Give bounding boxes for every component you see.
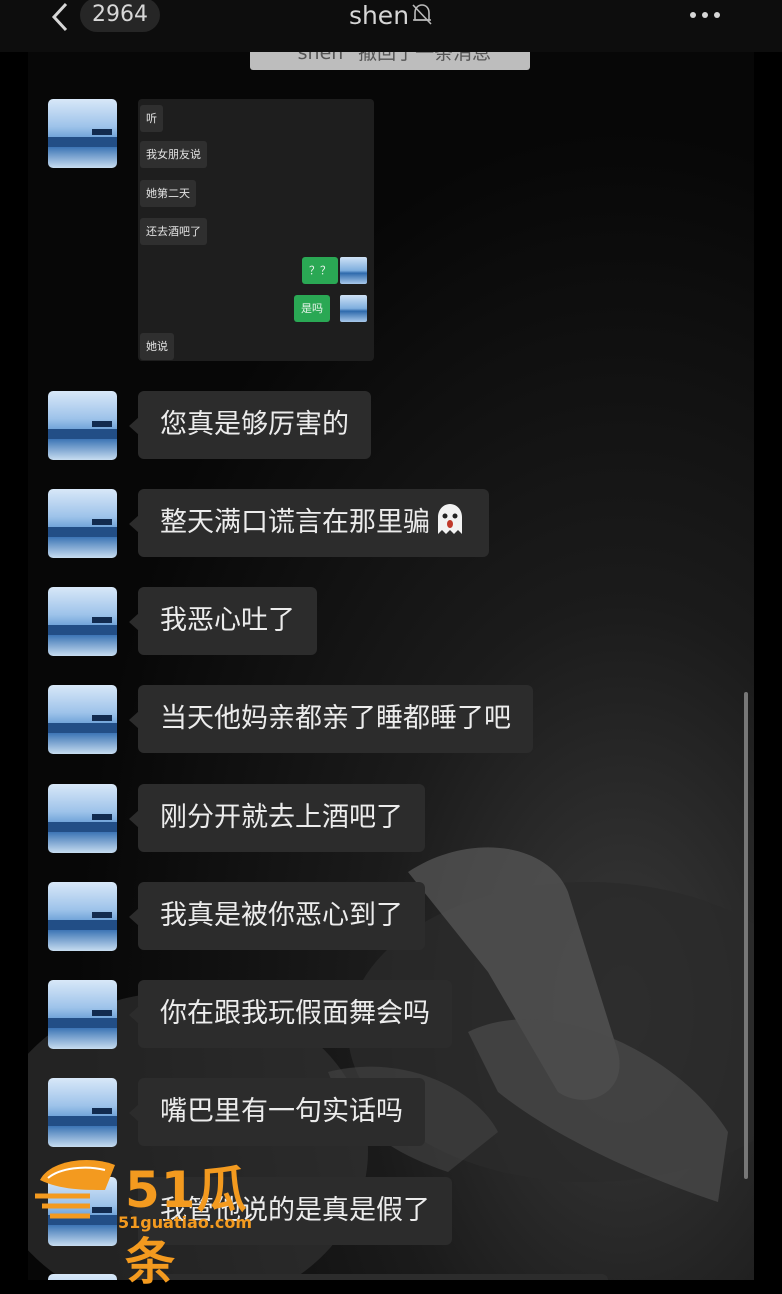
more-dots-icon[interactable] [690,4,724,24]
screenshot-image[interactable]: 听 我女朋友说 她第二天 还去酒吧了 ？？ 是吗 她说 [138,99,374,361]
system-recall-notice: "shen" 撤回了一条消息 [250,52,530,70]
screenshot-message: 她第二天 [140,180,196,207]
chat-area[interactable]: "shen" 撤回了一条消息 听 我女朋友说 她第二天 还去酒吧了 ？？ 是吗 … [28,52,754,1280]
message-bubble[interactable]: 整天满口谎言在那里骗 [129,489,489,557]
screenshot-self-message: ？？ [302,257,338,284]
avatar[interactable] [48,1078,117,1147]
screenshot-avatar [340,257,367,284]
message-text: 刚分开就去上酒吧了 [160,802,403,833]
message-bubble[interactable]: 我恶心吐了 [129,587,317,655]
screenshot-message: 我女朋友说 [140,141,207,168]
message-text: 我恶心吐了 [160,605,295,636]
avatar[interactable] [48,489,117,558]
message-bubble[interactable]: 当天他妈亲都亲了睡都睡了吧 [129,685,533,753]
message-text: 嘴巴里有一句实话吗 [160,1096,403,1127]
avatar[interactable] [48,882,117,951]
message-bubble[interactable]: 你在跟我玩假面舞会吗 [129,980,452,1048]
avatar[interactable] [48,99,117,168]
chat-header: 2964 shen [0,0,782,52]
message-bubble[interactable]: 我真是被你恶心到了 [129,882,425,950]
chat-title-text: shen [348,1,410,30]
bell-slash-icon [412,4,432,25]
message-text: 您真是够厉害的 [160,409,349,440]
screenshot-message: 听 [140,105,163,132]
watermark: 51瓜条 51guatiao.com [30,1150,280,1291]
chat-title: shen [0,0,782,34]
screenshot-self-message: 是吗 [294,295,330,322]
message-bubble[interactable]: 嘴巴里有一句实话吗 [129,1078,425,1146]
screenshot-avatar [340,295,367,322]
message-text: 当天他妈亲都亲了睡都睡了吧 [160,703,511,734]
message-bubble[interactable]: 您真是够厉害的 [129,391,371,459]
message-text: 我真是被你恶心到了 [160,900,403,931]
avatar[interactable] [48,1274,117,1280]
avatar[interactable] [48,784,117,853]
message-text: 你在跟我玩假面舞会吗 [160,998,430,1029]
message-text: 整天满口谎言在那里骗 [160,507,430,538]
screenshot-message: 还去酒吧了 [140,218,207,245]
watermark-melon-logo-icon [35,1160,115,1219]
avatar[interactable] [48,980,117,1049]
avatar[interactable] [48,587,117,656]
ghost-emoji [438,504,462,534]
avatar[interactable] [48,391,117,460]
scrollbar[interactable] [744,692,748,1179]
screenshot-message: 她说 [140,333,174,360]
message-bubble[interactable]: 刚分开就去上酒吧了 [129,784,425,852]
watermark-url: 51guatiao.com [118,1213,253,1232]
avatar[interactable] [48,685,117,754]
